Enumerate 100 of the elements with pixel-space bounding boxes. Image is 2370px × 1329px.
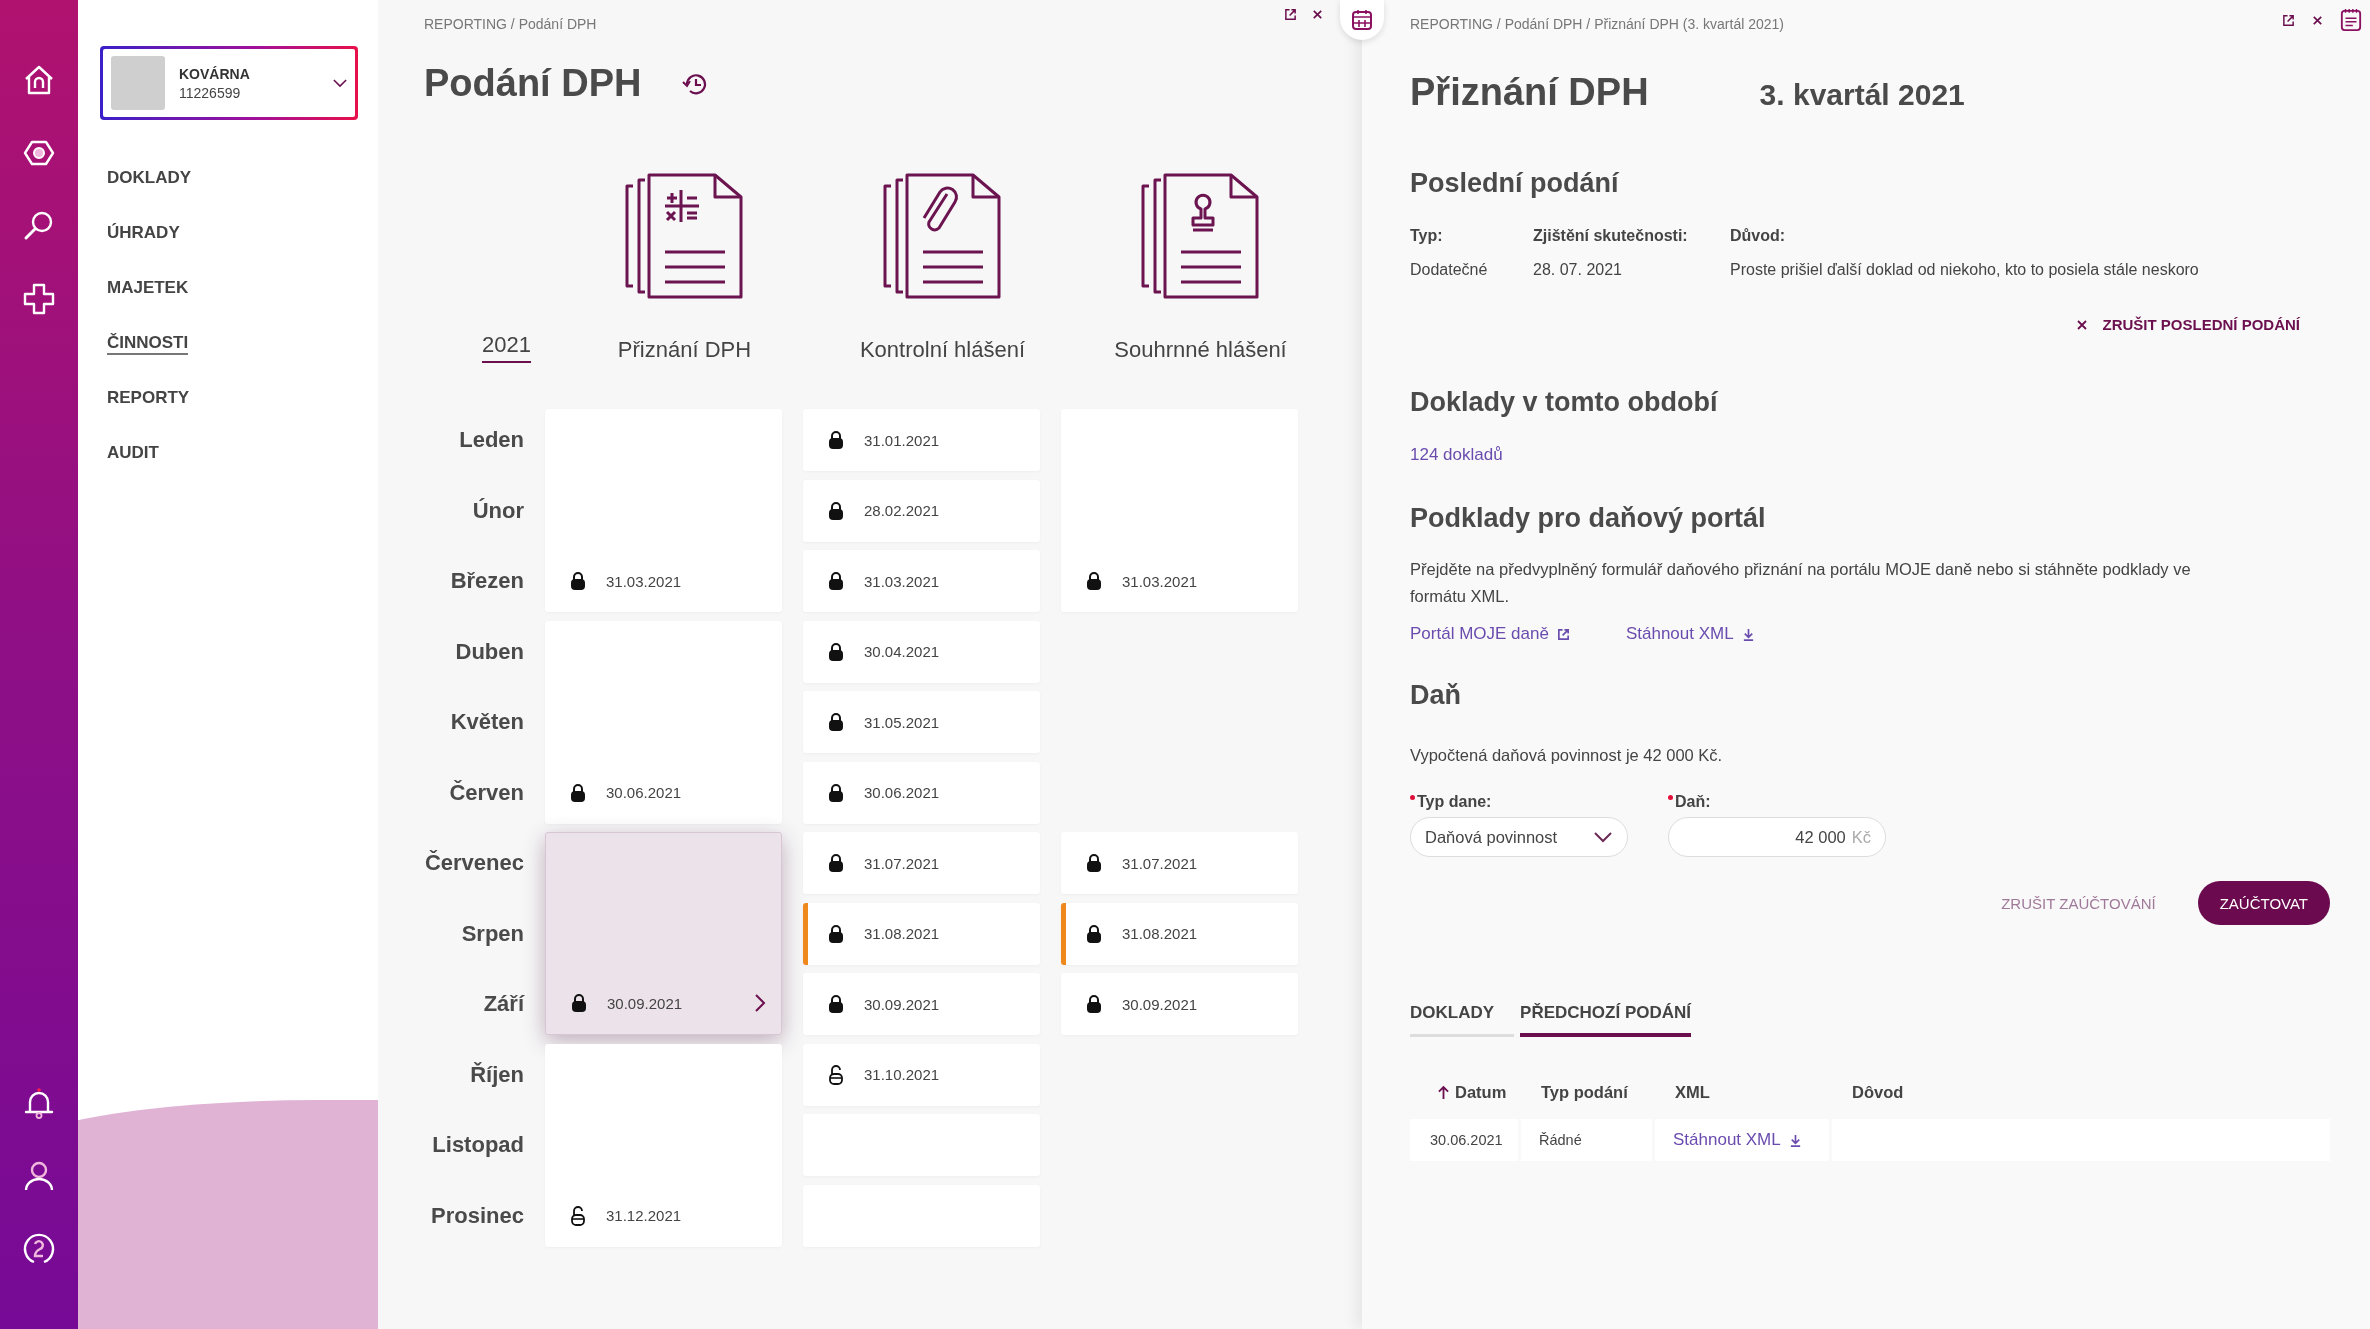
month-card[interactable]: 31.08.2021	[1061, 902, 1298, 965]
portal-description: Přejděte na předvyplněný formulář daňového přiznání na portálu MOJE daně nebo si stáhněte podklady ve formátu XML.	[1410, 559, 2192, 607]
month-label: Prosinec	[431, 1202, 524, 1229]
deadline-date: 31.10.2021	[864, 1066, 941, 1083]
month-label: Červen	[449, 779, 524, 806]
download-link[interactable]: Stáhnout XML	[1625, 624, 1755, 644]
tab[interactable]: DOKLADY	[1410, 1003, 1515, 1037]
month-card[interactable]: 31.08.2021	[803, 902, 1040, 965]
field-label: Daň:	[1675, 793, 1711, 811]
nav-item[interactable]: ÚHRADY	[107, 223, 180, 245]
deadline-date: 31.03.2021	[864, 572, 941, 590]
deadline-date: 30.06.2021	[606, 784, 683, 801]
nav-item[interactable]: MAJETEK	[107, 278, 189, 300]
column-header[interactable]: Typ podání	[1521, 1083, 1652, 1102]
deadline-date: 30.04.2021	[864, 643, 941, 660]
month-card[interactable]: 30.09.2021	[1061, 973, 1298, 1035]
chevron-right-icon	[754, 993, 766, 1013]
field-label: Typ:	[1410, 227, 1444, 245]
month-card[interactable]: 28.02.2021	[803, 479, 1040, 542]
month-card[interactable]: 31.01.2021	[803, 409, 1040, 471]
column-header[interactable]: XML	[1655, 1083, 1829, 1102]
month-card[interactable]: 31.10.2021	[803, 1043, 1040, 1106]
deadline-date: 31.08.2021	[864, 925, 941, 942]
field-value: 28. 07. 2021	[1533, 261, 1623, 279]
deadline-date: 28.02.2021	[864, 502, 941, 519]
deadline-date: 31.05.2021	[864, 713, 941, 731]
field-value: Proste prišiel ďalší doklad od niekoho, kto to posiela stále neskoro	[1730, 261, 2200, 279]
deadline-date: 31.01.2021	[864, 431, 941, 449]
column-title: Souhrnné hlášení	[1114, 337, 1287, 363]
column-title: Kontrolní hlášení	[859, 337, 1026, 363]
field-value: Dodatečné	[1410, 261, 1489, 279]
quarter-card[interactable]: 31.03.2021	[1061, 409, 1298, 612]
cancel-posting-button[interactable]: ZRUŠIT ZAÚČTOVÁNÍ	[2001, 894, 2156, 912]
section-heading: Podklady pro daňový portál	[1410, 503, 1767, 534]
month-card[interactable]: 31.05.2021	[803, 691, 1040, 753]
close-icon[interactable]	[1311, 8, 1324, 21]
nav-item[interactable]: ČINNOSTI	[107, 333, 189, 355]
month-card[interactable]: 30.09.2021	[803, 973, 1040, 1035]
column-header[interactable]: Dôvod	[1832, 1083, 2330, 1102]
quarter-card[interactable]: 30.09.2021	[545, 832, 782, 1035]
month-card[interactable]: 31.07.2021	[803, 832, 1040, 894]
external-link-icon[interactable]	[2282, 13, 2295, 27]
deadline-date: 30.09.2021	[607, 994, 684, 1012]
month-label: Leden	[459, 427, 524, 453]
month-label: Červenec	[424, 850, 524, 876]
year-selector[interactable]: 2021	[482, 332, 531, 363]
company-selector[interactable]: KOVÁRNA 11226599	[100, 46, 358, 120]
download-icon	[1788, 1133, 1802, 1147]
deadline-date: 31.07.2021	[864, 854, 941, 872]
deadline-date: 30.09.2021	[1122, 995, 1199, 1013]
field-label: Zjištění skutečnosti:	[1533, 227, 1689, 245]
table-cell: 30.06.2021	[1410, 1119, 1518, 1161]
external-link-icon[interactable]	[1284, 8, 1297, 21]
column-header[interactable]: Datum	[1410, 1083, 1518, 1102]
chevron-down-icon	[1593, 831, 1613, 843]
month-card[interactable]: 30.04.2021	[803, 620, 1040, 683]
avatar-placeholder	[111, 56, 165, 110]
breadcrumb: REPORTING / Podání DPH	[424, 16, 597, 32]
external-link-icon	[1556, 627, 1570, 641]
month-label: Září	[483, 991, 524, 1017]
tax-summary: Vypočtená daňová povinnost je 42 000 Kč.	[1410, 745, 1724, 766]
quarter-card[interactable]: 30.06.2021	[545, 620, 782, 824]
deadline-date: 30.09.2021	[864, 995, 941, 1013]
documents-link[interactable]: 124 dokladů	[1410, 445, 1503, 465]
month-card[interactable]: 31.07.2021	[1061, 832, 1298, 894]
month-card[interactable]: 31.03.2021	[803, 550, 1040, 612]
month-card[interactable]: 30.06.2021	[803, 761, 1040, 824]
month-label: Duben	[455, 638, 524, 665]
tax-amount-field[interactable]: 42 000 Kč	[1668, 817, 1886, 857]
nav-item[interactable]: AUDIT	[107, 443, 159, 465]
calendar-icon[interactable]	[1340, 0, 1384, 40]
cancel-filing-button[interactable]: ZRUŠIT POSLEDNÍ PODÁNÍ	[2076, 316, 2300, 333]
plus-icon[interactable]	[21, 281, 57, 317]
post-button[interactable]: ZAÚČTOVAT	[2197, 881, 2330, 925]
download-icon	[1741, 627, 1755, 641]
sort-up-icon	[1438, 1085, 1449, 1100]
month-label: Březen	[450, 568, 524, 594]
breadcrumb: REPORTING / Podání DPH / Přiznání DPH (3. kvartál 2021)	[1410, 16, 1784, 32]
month-label: Srpen	[461, 920, 524, 947]
quarter-card[interactable]: 31.12.2021	[545, 1043, 782, 1247]
field-label: Typ dane:	[1417, 793, 1492, 811]
deadline-date: 31.03.2021	[606, 572, 683, 590]
chevron-down-icon	[333, 78, 347, 88]
quarter-card[interactable]: 31.03.2021	[545, 409, 782, 612]
tax-type-select[interactable]: Daňová povinnost	[1410, 817, 1628, 857]
close-icon[interactable]	[2311, 13, 2324, 27]
month-label: Květen	[450, 709, 524, 735]
section-heading: Poslední podání	[1410, 168, 1620, 199]
portal-link[interactable]: Portál MOJE daně	[1410, 624, 1570, 644]
page-title: Podání DPH	[424, 62, 642, 105]
month-label: Únor	[472, 497, 524, 524]
nav-item[interactable]: REPORTY	[107, 388, 190, 410]
tab[interactable]: PŘEDCHOZÍ PODÁNÍ	[1520, 1003, 1692, 1037]
deadline-date: 31.07.2021	[1122, 854, 1199, 872]
period-title: 3. kvartál 2021	[1759, 78, 1965, 112]
nav-item[interactable]: DOKLADY	[107, 168, 192, 190]
notepad-icon[interactable]	[2340, 8, 2362, 32]
section-heading: Daň	[1410, 680, 1462, 711]
month-label: Říjen	[470, 1061, 524, 1088]
close-icon	[2076, 318, 2089, 331]
